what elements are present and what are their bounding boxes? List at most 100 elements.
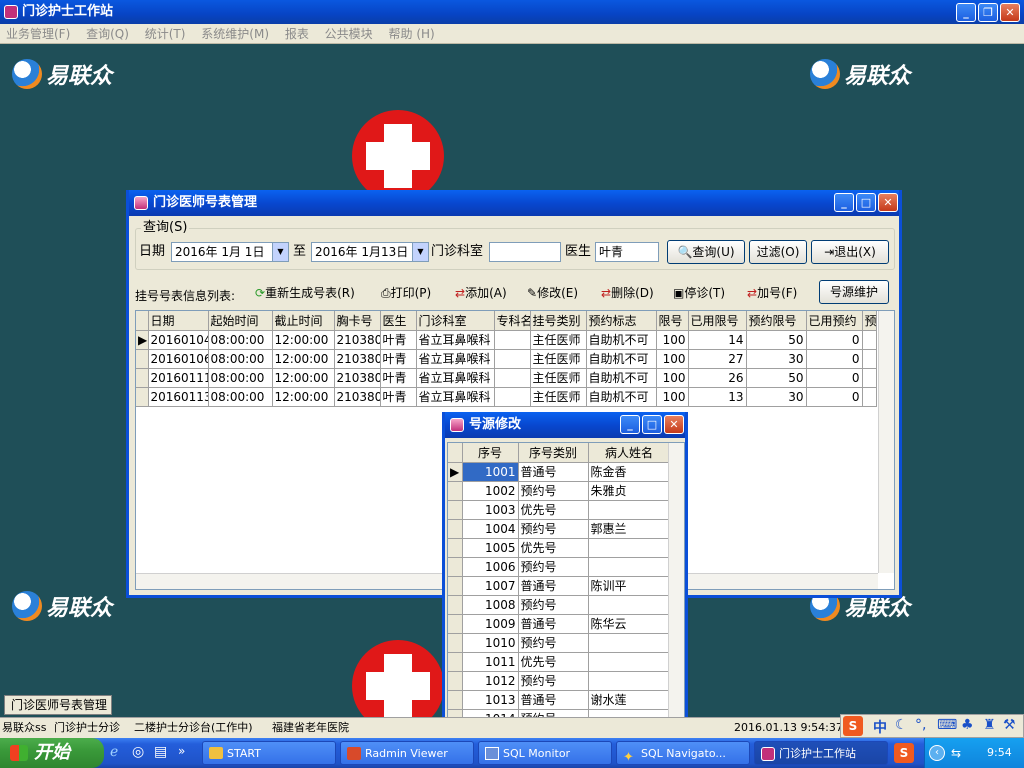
moon-icon[interactable]: ☾: [895, 717, 908, 733]
cell-card[interactable]: 210380: [334, 368, 381, 388]
list-item[interactable]: 1005 优先号: [448, 538, 671, 558]
cell-seq-type[interactable]: 普通号: [518, 614, 589, 634]
close-button[interactable]: ✕: [1000, 3, 1020, 22]
cell-seq-type[interactable]: 预约号: [518, 481, 589, 501]
menu-system[interactable]: 系统维护(M): [195, 24, 275, 44]
cell-flag[interactable]: 自助机不可: [586, 368, 657, 388]
task-sqlnavigator[interactable]: ✦ SQL Navigato...: [616, 741, 750, 765]
table-row[interactable]: 20160111 08:00:00 12:00:00 210380 叶青 省立耳鼻喉科 主任…: [136, 368, 877, 388]
cell-patient[interactable]: 谢水莲: [588, 690, 671, 710]
dialog-minimize-button[interactable]: _: [834, 193, 854, 212]
cell-seq[interactable]: 1003: [462, 500, 519, 520]
col-limit[interactable]: 限号: [656, 311, 689, 331]
menu-query[interactable]: 查询(Q): [80, 24, 135, 44]
cell-specialty[interactable]: [494, 387, 531, 407]
col-card[interactable]: 胸卡号: [334, 311, 381, 331]
col-patient[interactable]: 病人姓名: [588, 443, 671, 463]
date-to-picker[interactable]: 2016年 1月13日 ▼: [311, 242, 429, 262]
cell-seq[interactable]: 1009: [462, 614, 519, 634]
cell-limit[interactable]: 100: [656, 330, 689, 350]
col-seq[interactable]: 序号: [462, 443, 519, 463]
cell-seq-type[interactable]: 普通号: [518, 462, 589, 482]
popup-close-button[interactable]: ✕: [664, 415, 684, 434]
cell-end[interactable]: 12:00:00: [272, 368, 335, 388]
cell-more[interactable]: [862, 349, 877, 369]
minimize-button[interactable]: _: [956, 3, 976, 22]
cell-card[interactable]: 210380: [334, 387, 381, 407]
cell-seq[interactable]: 1012: [462, 671, 519, 691]
cell-seq-type[interactable]: 优先号: [518, 500, 589, 520]
cell-type[interactable]: 主任医师: [530, 368, 587, 388]
cell-patient[interactable]: 朱雅贞: [588, 481, 671, 501]
quicklaunch-icon[interactable]: ◎: [132, 744, 144, 760]
exit-button[interactable]: ⇥退出(X): [811, 240, 889, 264]
cell-start[interactable]: 08:00:00: [208, 330, 273, 350]
task-radmin[interactable]: Radmin Viewer: [340, 741, 474, 765]
col-seq-type[interactable]: 序号类别: [518, 443, 589, 463]
cell-seq[interactable]: 1001: [462, 462, 519, 482]
cell-seq-type[interactable]: 预约号: [518, 557, 589, 577]
col-specialty[interactable]: 专科名: [494, 311, 531, 331]
cell-dept[interactable]: 省立耳鼻喉科: [416, 368, 495, 388]
cell-patient[interactable]: 陈金香: [588, 462, 671, 482]
ie-icon[interactable]: ℯ: [110, 744, 118, 760]
punct-icon[interactable]: °,: [915, 717, 926, 733]
cell-appt-limit[interactable]: 30: [746, 349, 807, 369]
cell-seq-type[interactable]: 预约号: [518, 633, 589, 653]
cell-seq[interactable]: 1013: [462, 690, 519, 710]
chevron-more-icon[interactable]: »: [178, 744, 185, 758]
cell-used-limit[interactable]: 14: [688, 330, 747, 350]
task-start[interactable]: START: [202, 741, 336, 765]
cell-used-limit[interactable]: 26: [688, 368, 747, 388]
list-item[interactable]: 1009 普通号 陈华云: [448, 614, 671, 634]
col-appt-limit[interactable]: 预约限号: [746, 311, 807, 331]
cell-appt-limit[interactable]: 30: [746, 387, 807, 407]
cell-doctor[interactable]: 叶青: [380, 368, 417, 388]
list-item[interactable]: 1008 预约号: [448, 595, 671, 615]
dialog-close-button[interactable]: ✕: [878, 193, 898, 212]
cell-flag[interactable]: 自助机不可: [586, 330, 657, 350]
cell-seq[interactable]: 1005: [462, 538, 519, 558]
list-item[interactable]: 1006 预约号: [448, 557, 671, 577]
col-doctor[interactable]: 医生: [380, 311, 417, 331]
cell-seq-type[interactable]: 预约号: [518, 595, 589, 615]
cell-used-appt[interactable]: 0: [806, 387, 863, 407]
cell-patient[interactable]: [588, 557, 671, 577]
cell-start[interactable]: 08:00:00: [208, 387, 273, 407]
cell-patient[interactable]: [588, 500, 671, 520]
table-row[interactable]: 20160106 08:00:00 12:00:00 210380 叶青 省立耳鼻喉科 主任…: [136, 349, 877, 369]
cell-specialty[interactable]: [494, 330, 531, 350]
dept-input[interactable]: [489, 242, 561, 262]
popup-minimize-button[interactable]: _: [620, 415, 640, 434]
desktop-icon[interactable]: ▤: [154, 744, 167, 760]
cell-seq[interactable]: 1004: [462, 519, 519, 539]
sogou-icon[interactable]: S: [894, 743, 914, 763]
cell-seq[interactable]: 1008: [462, 595, 519, 615]
cell-end[interactable]: 12:00:00: [272, 387, 335, 407]
table-row[interactable]: ▶ 20160104 08:00:00 12:00:00 210380 叶青 省立耳鼻喉科…: [136, 330, 877, 350]
vertical-scrollbar[interactable]: [878, 311, 894, 573]
tray-arrow-icon[interactable]: ‹: [929, 745, 945, 761]
mdi-tab[interactable]: 门诊医师号表管理: [4, 695, 112, 715]
cell-date[interactable]: 20160113: [148, 387, 209, 407]
filter-button[interactable]: 过滤(O): [749, 240, 807, 264]
task-nurse-station[interactable]: 门诊护士工作站: [754, 741, 888, 765]
cell-doctor[interactable]: 叶青: [380, 387, 417, 407]
list-item[interactable]: 1013 普通号 谢水莲: [448, 690, 671, 710]
regen-button[interactable]: ⟳重新生成号表(R): [255, 282, 355, 304]
cell-seq[interactable]: 1011: [462, 652, 519, 672]
cell-used-limit[interactable]: 13: [688, 387, 747, 407]
col-end[interactable]: 截止时间: [272, 311, 335, 331]
edit-button[interactable]: ✎修改(E): [527, 282, 578, 304]
menu-stats[interactable]: 统计(T): [139, 24, 192, 44]
cell-patient[interactable]: 陈华云: [588, 614, 671, 634]
menu-help[interactable]: 帮助 (H): [383, 24, 441, 44]
cell-seq[interactable]: 1002: [462, 481, 519, 501]
cell-patient[interactable]: 郭惠兰: [588, 519, 671, 539]
query-button[interactable]: 🔍查询(U): [667, 240, 745, 264]
list-item[interactable]: 1012 预约号: [448, 671, 671, 691]
cell-specialty[interactable]: [494, 349, 531, 369]
list-item[interactable]: 1007 普通号 陈训平: [448, 576, 671, 596]
col-more[interactable]: 预: [862, 311, 877, 331]
stop-button[interactable]: ▣停诊(T): [673, 282, 725, 304]
